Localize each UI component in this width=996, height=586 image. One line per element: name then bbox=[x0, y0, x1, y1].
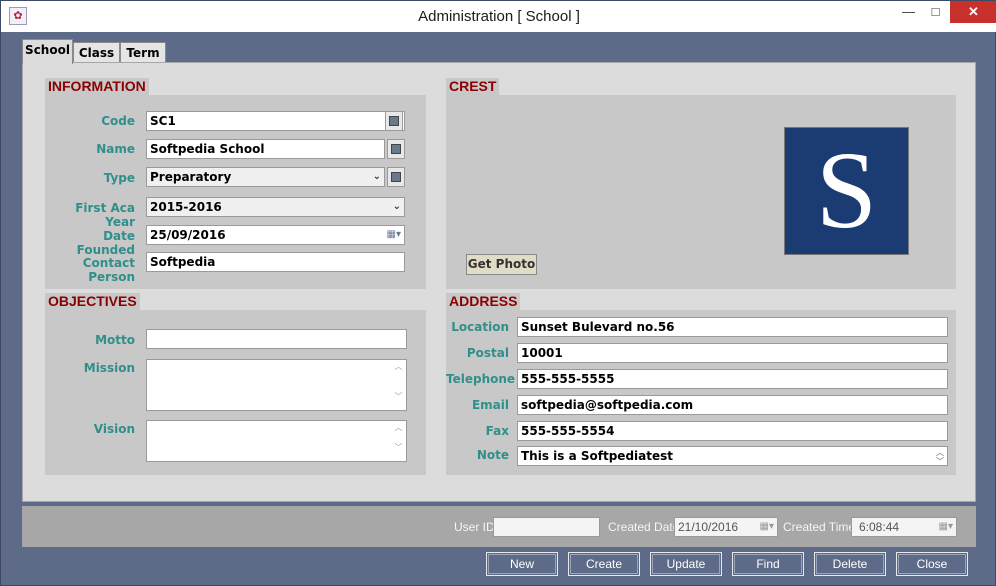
contact-person-label: Contact Person bbox=[82, 256, 135, 284]
postal-label: Postal bbox=[466, 346, 509, 360]
scrollbar[interactable]: ︿ ﹀ bbox=[936, 448, 944, 465]
crest-letter: S bbox=[815, 129, 878, 251]
get-photo-button[interactable]: Get Photo bbox=[466, 254, 537, 275]
chevron-down-icon: ⌄ bbox=[392, 201, 401, 212]
date-founded-label: Date Founded bbox=[76, 229, 135, 257]
motto-label: Motto bbox=[95, 333, 135, 347]
close-window-button[interactable]: ✕ bbox=[950, 1, 996, 23]
note-value: This is a Softpediatest bbox=[521, 449, 673, 463]
date-founded-value: 25/09/2016 bbox=[150, 228, 226, 242]
created-time-field[interactable]: 6:08:44 ▦▾ bbox=[851, 517, 957, 537]
scrollbar[interactable]: ︿ ﹀ bbox=[392, 362, 405, 402]
scrollbar[interactable]: ︿ ﹀ bbox=[392, 423, 405, 453]
mission-textarea[interactable]: ︿ ﹀ bbox=[146, 359, 407, 411]
delete-button[interactable]: Delete bbox=[814, 552, 886, 576]
fax-label: Fax bbox=[485, 424, 509, 438]
motto-field[interactable] bbox=[146, 329, 407, 349]
created-time-label: Created Time bbox=[783, 520, 856, 534]
created-date-label: Created Date bbox=[608, 520, 680, 534]
create-button[interactable]: Create bbox=[568, 552, 640, 576]
type-label: Type bbox=[103, 171, 135, 185]
vision-label: Vision bbox=[93, 422, 135, 436]
audit-footer: User ID Created Date 21/10/2016 ▦▾ Creat… bbox=[22, 506, 976, 547]
square-icon bbox=[389, 116, 399, 126]
contact-person-field[interactable]: Softpedia bbox=[146, 252, 405, 272]
square-icon bbox=[391, 172, 401, 182]
email-field[interactable]: softpedia@softpedia.com bbox=[517, 395, 948, 415]
telephone-field[interactable]: 555-555-5555 bbox=[517, 369, 948, 389]
administration-window: ✿ Administration [ School ] — □ ✕ School… bbox=[0, 0, 996, 586]
school-tab-content: INFORMATION Code SC1 Name Softpedia Scho… bbox=[22, 62, 976, 502]
note-field[interactable]: This is a Softpediatest ︿ ﹀ bbox=[517, 446, 948, 466]
telephone-label: Telephone bbox=[446, 372, 516, 386]
address-header: ADDRESS bbox=[446, 293, 521, 310]
tab-school[interactable]: School bbox=[22, 39, 73, 64]
new-button[interactable]: New bbox=[486, 552, 558, 576]
name-lookup-button[interactable] bbox=[387, 139, 405, 159]
email-label: Email bbox=[471, 398, 509, 412]
calendar-icon[interactable]: ▦▾ bbox=[387, 226, 401, 244]
code-field[interactable]: SC1 bbox=[146, 111, 405, 131]
tab-term[interactable]: Term bbox=[120, 42, 166, 64]
type-lookup-button[interactable] bbox=[387, 167, 405, 187]
postal-field[interactable]: 10001 bbox=[517, 343, 948, 363]
location-label: Location bbox=[451, 320, 509, 334]
vision-textarea[interactable]: ︿ ﹀ bbox=[146, 420, 407, 462]
title-bar: ✿ Administration [ School ] — □ ✕ bbox=[1, 1, 996, 32]
information-header: INFORMATION bbox=[45, 78, 149, 95]
user-id-label: User ID bbox=[454, 520, 495, 534]
crest-image: S bbox=[784, 127, 909, 255]
spinner-icon[interactable]: ▦▾ bbox=[939, 518, 953, 536]
close-button[interactable]: Close bbox=[896, 552, 968, 576]
find-button[interactable]: Find bbox=[732, 552, 804, 576]
type-select-value: Preparatory bbox=[150, 170, 232, 184]
mission-label: Mission bbox=[83, 361, 135, 375]
user-id-field[interactable] bbox=[493, 517, 600, 537]
created-time-value: 6:08:44 bbox=[859, 520, 900, 534]
crest-header: CREST bbox=[446, 78, 500, 95]
name-field[interactable]: Softpedia School bbox=[146, 139, 385, 159]
type-select[interactable]: Preparatory ⌄ bbox=[146, 167, 385, 187]
calendar-icon[interactable]: ▦▾ bbox=[760, 518, 774, 536]
window-title: Administration [ School ] bbox=[418, 8, 580, 25]
maximize-button[interactable]: □ bbox=[922, 1, 949, 23]
created-date-value: 21/10/2016 bbox=[678, 520, 739, 534]
name-label: Name bbox=[96, 142, 135, 156]
created-date-field[interactable]: 21/10/2016 ▦▾ bbox=[674, 517, 778, 537]
chevron-down-icon: ⌄ bbox=[372, 171, 381, 182]
fax-field[interactable]: 555-555-5554 bbox=[517, 421, 948, 441]
minimize-button[interactable]: — bbox=[895, 1, 922, 23]
objectives-header: OBJECTIVES bbox=[45, 293, 140, 310]
code-label: Code bbox=[101, 114, 135, 128]
location-field[interactable]: Sunset Bulevard no.56 bbox=[517, 317, 948, 337]
note-label: Note bbox=[476, 448, 509, 462]
first-aca-year-select[interactable]: 2015-2016 ⌄ bbox=[146, 197, 405, 217]
first-aca-year-label: First Aca Year bbox=[75, 201, 135, 229]
first-aca-year-value: 2015-2016 bbox=[150, 200, 222, 214]
code-lookup-button[interactable] bbox=[385, 111, 403, 131]
tab-class[interactable]: Class bbox=[73, 42, 120, 64]
date-founded-field[interactable]: 25/09/2016 ▦▾ bbox=[146, 225, 405, 245]
update-button[interactable]: Update bbox=[650, 552, 722, 576]
square-icon bbox=[391, 144, 401, 154]
